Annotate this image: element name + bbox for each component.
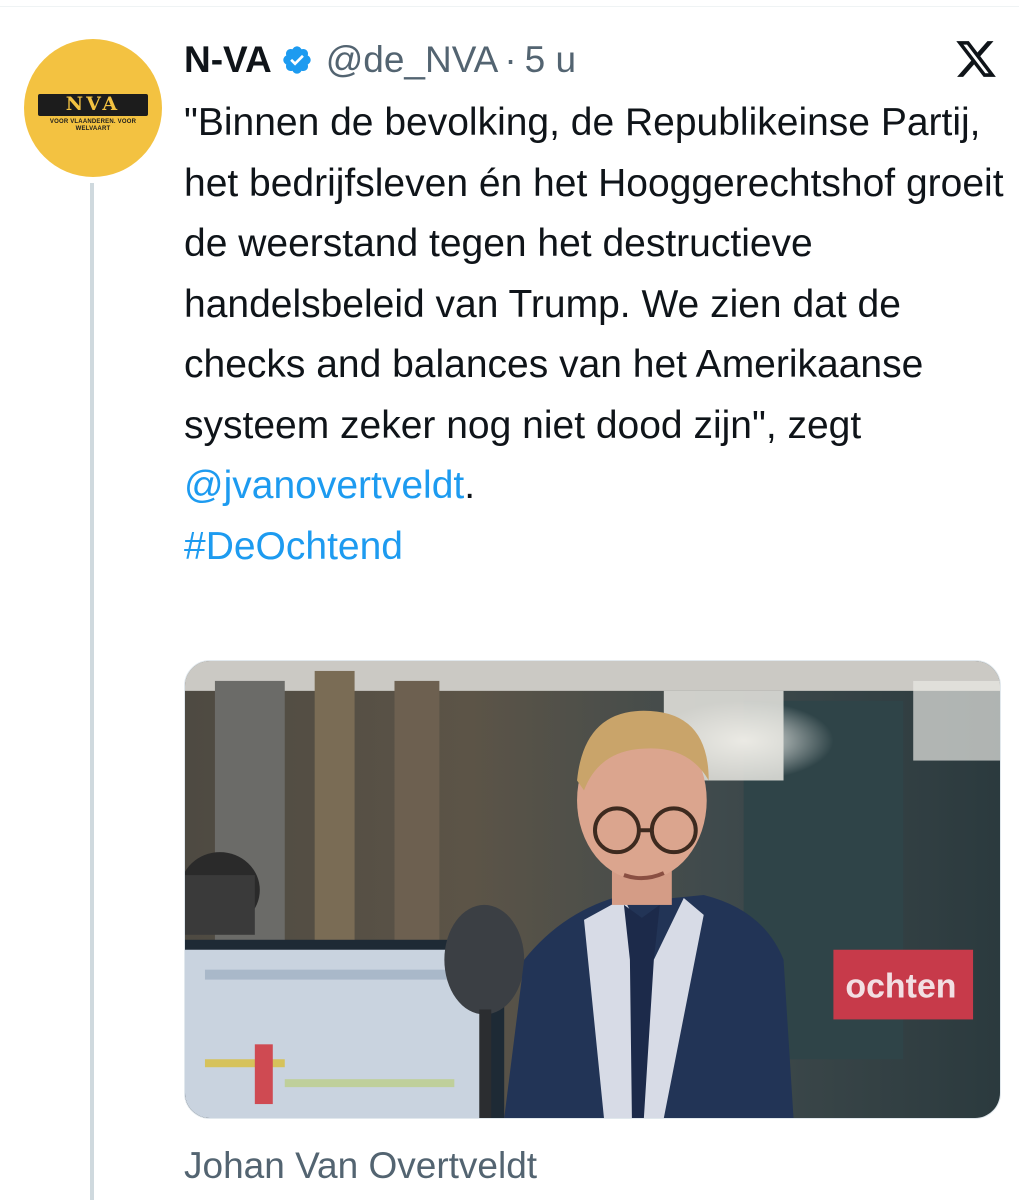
photo-caption: Johan Van Overtveldt (184, 1145, 538, 1186)
studio-photo: ochten (185, 661, 1000, 1118)
avatar[interactable]: NVA VOOR VLAANDEREN. VOOR WELVAART (24, 39, 162, 177)
verified-badge-icon (283, 46, 311, 74)
hashtag-link[interactable]: #DeOchtend (184, 525, 403, 568)
mention-link[interactable]: @jvanovertveldt (184, 464, 464, 507)
tweet-text: "Binnen de bevolking, de Republikeinse P… (184, 93, 1004, 577)
tweet-photo[interactable]: ochten (184, 660, 1001, 1119)
tweet-body-end: . (464, 464, 476, 507)
display-name[interactable]: N-VA (184, 39, 272, 81)
tweet-header: N-VA @de_NVA · 5 u (184, 36, 576, 84)
timestamp[interactable]: 5 u (525, 39, 576, 81)
thread-line (90, 183, 94, 1200)
handle[interactable]: @de_NVA (326, 39, 499, 81)
nva-logo-subtext: VOOR VLAANDEREN. VOOR WELVAART (49, 119, 137, 132)
tweet-body: "Binnen de bevolking, de Republikeinse P… (184, 101, 1004, 447)
top-divider (0, 6, 1019, 7)
nva-logo-text: NVA (65, 93, 121, 115)
x-logo-icon (956, 41, 996, 77)
radio-sign-text: ochten (845, 968, 956, 1006)
separator-dot: · (504, 39, 517, 80)
